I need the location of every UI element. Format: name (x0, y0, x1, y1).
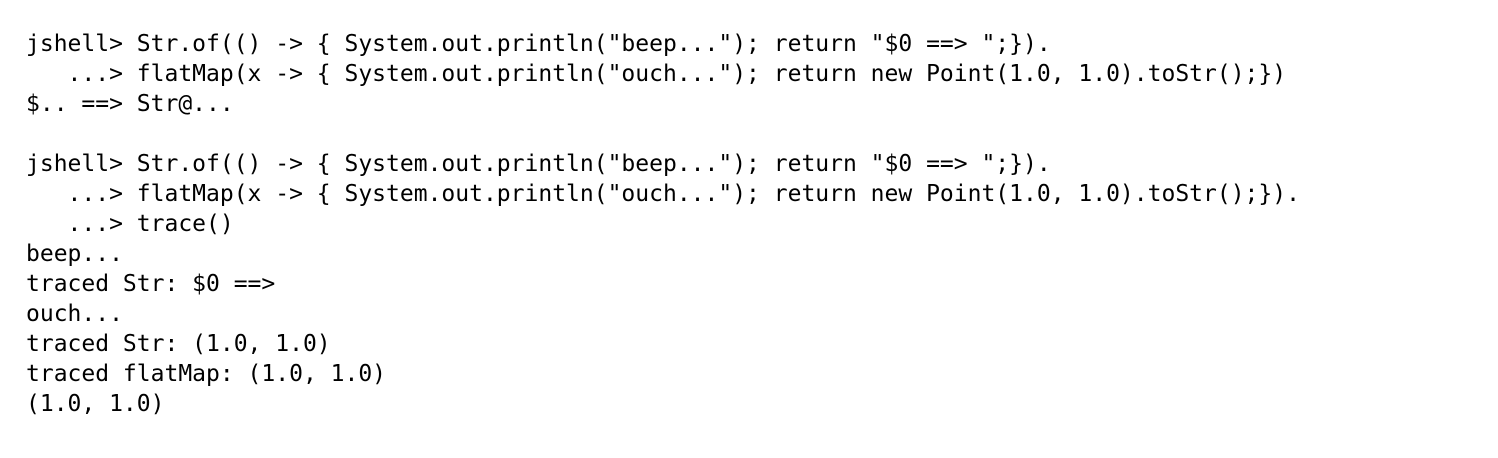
result-line: $.. ==> Str@... (26, 91, 234, 117)
output-line: ouch... (26, 301, 123, 327)
continuation-line: ...> flatMap(x -> { System.out.println("… (26, 61, 1287, 87)
jshell-terminal[interactable]: jshell> Str.of(() -> { System.out.printl… (0, 0, 1498, 458)
output-line: traced flatMap: (1.0, 1.0) (26, 361, 387, 387)
output-line: traced Str: (1.0, 1.0) (26, 331, 331, 357)
output-line: beep... (26, 241, 123, 267)
continuation-line: ...> trace() (26, 211, 234, 237)
output-line: traced Str: $0 ==> (26, 271, 276, 297)
output-line: (1.0, 1.0) (26, 391, 165, 417)
prompt-line: jshell> Str.of(() -> { System.out.printl… (26, 31, 1051, 57)
prompt-line: jshell> Str.of(() -> { System.out.printl… (26, 151, 1051, 177)
continuation-line: ...> flatMap(x -> { System.out.println("… (26, 181, 1300, 207)
